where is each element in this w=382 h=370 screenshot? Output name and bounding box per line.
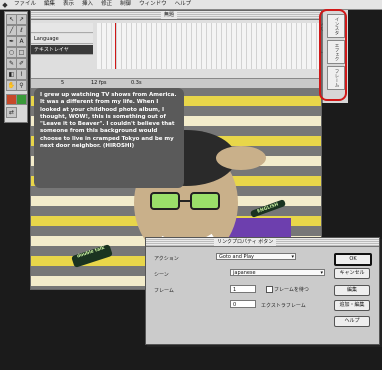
- timeline-panel: Language テキストレイヤ 5 12 fps 0.3s: [31, 20, 321, 88]
- frame-grid[interactable]: [97, 23, 321, 69]
- action-value: Goto and Play: [219, 254, 254, 260]
- dropper-icon[interactable]: ⌇: [16, 69, 27, 80]
- wait-frame-label: フレームを待つ: [274, 287, 309, 293]
- help-label: ヘルプ: [344, 318, 360, 324]
- extra-frame-value: 0: [233, 302, 237, 308]
- rect-icon[interactable]: □: [16, 47, 27, 58]
- frame-label: フレーム: [154, 288, 174, 294]
- timeline-status: 5 12 fps 0.3s: [31, 78, 321, 88]
- layer-name: Language: [34, 36, 59, 42]
- elapsed-time: 0.3s: [131, 80, 142, 86]
- menu-modify[interactable]: 修正: [97, 0, 116, 9]
- add-edit-label: 追加・編集: [339, 302, 365, 308]
- frame-input[interactable]: 1: [230, 285, 256, 293]
- highlight-circle: [319, 9, 347, 101]
- layer-name: テキストレイヤ: [34, 47, 69, 53]
- scene-select[interactable]: japanese: [230, 269, 325, 277]
- layer-row[interactable]: テキストレイヤ: [31, 45, 93, 55]
- swap-colors-icon[interactable]: ⇄: [6, 107, 17, 118]
- edit-button[interactable]: 編集: [334, 285, 370, 296]
- layer-row[interactable]: Language: [31, 34, 93, 44]
- menu-window[interactable]: ウィンドウ: [135, 0, 171, 9]
- scene-value: japanese: [233, 270, 256, 276]
- menu-edit[interactable]: 編集: [40, 0, 59, 9]
- speech-text-box[interactable]: I grew up watching TV shows from America…: [34, 88, 184, 188]
- ok-label: OK: [349, 256, 357, 262]
- menu-insert[interactable]: 挿入: [78, 0, 97, 9]
- window-title: 無題: [161, 11, 178, 19]
- zoom-icon[interactable]: ⚲: [16, 80, 27, 91]
- extra-frame-input[interactable]: 0: [230, 300, 256, 308]
- frame-rate: 12 fps: [91, 80, 107, 86]
- text-icon[interactable]: A: [16, 36, 27, 47]
- menu-file[interactable]: ファイル: [10, 0, 40, 9]
- dialog-title: リンクプロパティ ボタン: [214, 238, 277, 246]
- current-frame: 5: [61, 80, 65, 86]
- wait-frame-checkbox[interactable]: [266, 286, 273, 293]
- window-titlebar[interactable]: 無題: [31, 11, 321, 20]
- subselect-icon[interactable]: ↗: [16, 14, 27, 25]
- cancel-label: キャンセル: [339, 270, 365, 276]
- frame-value: 1: [233, 287, 237, 293]
- action-label: アクション: [154, 256, 179, 262]
- ok-button[interactable]: OK: [334, 253, 372, 266]
- menu-control[interactable]: 制御: [116, 0, 135, 9]
- brush-icon[interactable]: ✐: [16, 58, 27, 69]
- playhead[interactable]: [115, 23, 116, 69]
- speech-text: I grew up watching TV shows from America…: [40, 92, 177, 150]
- add-edit-button[interactable]: 追加・編集: [334, 300, 370, 311]
- help-button[interactable]: ヘルプ: [334, 316, 370, 327]
- lasso-icon[interactable]: ℓ: [16, 25, 27, 36]
- fill-color-icon[interactable]: [16, 94, 27, 105]
- menu-view[interactable]: 表示: [59, 0, 78, 9]
- edit-label: 編集: [346, 287, 357, 293]
- action-select[interactable]: Goto and Play: [216, 253, 296, 261]
- properties-dialog: リンクプロパティ ボタン アクション Goto and Play シーン jap…: [145, 237, 380, 345]
- extra-frame-label: エクストラフレーム: [261, 303, 306, 309]
- scene-label: シーン: [154, 272, 169, 278]
- dialog-titlebar[interactable]: リンクプロパティ ボタン: [146, 238, 379, 247]
- apple-menu-icon[interactable]: ◆: [0, 1, 10, 9]
- cancel-button[interactable]: キャンセル: [334, 268, 370, 279]
- layer-row[interactable]: [31, 23, 93, 33]
- menu-help[interactable]: ヘルプ: [171, 0, 196, 9]
- tools-palette: ↖ ↗ ╱ ℓ ✒ A ○ □ ✎ ✐ ◧ ⌇ ✋ ⚲ ⇄: [4, 11, 28, 123]
